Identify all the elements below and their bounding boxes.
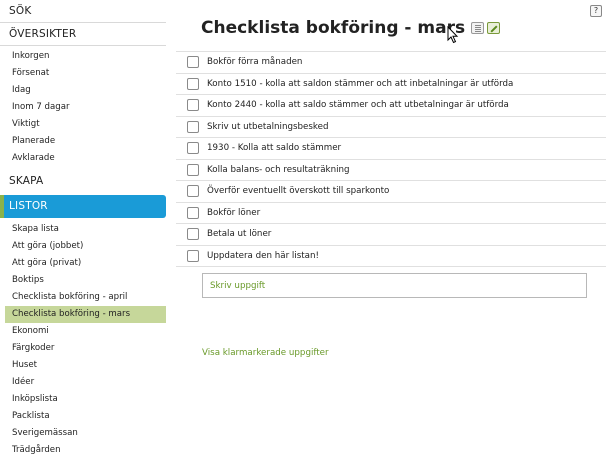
sidebar-item-garden[interactable]: Trädgården [0, 442, 166, 459]
sidebar-item-inbox[interactable]: Inkorgen [0, 48, 166, 65]
task-row: Skriv ut utbetalningsbesked [176, 117, 606, 138]
sidebar-item-checklist-april[interactable]: Checklista bokföring - april [0, 289, 166, 306]
task-label[interactable]: Kolla balans- och resultaträkning [207, 165, 350, 175]
task-row: Överför eventuellt överskott till sparko… [176, 181, 606, 203]
sidebar-item-packing-list[interactable]: Packlista [0, 408, 166, 425]
task-label[interactable]: Skriv ut utbetalningsbesked [207, 122, 328, 132]
task-label[interactable]: 1930 - Kolla att saldo stämmer [207, 143, 341, 153]
sidebar-item-economy[interactable]: Ekonomi [0, 323, 166, 340]
sidebar-item-create-list[interactable]: Skapa lista [0, 221, 166, 238]
new-task-input[interactable] [202, 273, 587, 298]
overviews-list: Inkorgen Försenat Idag Inom 7 dagar Vikt… [0, 46, 166, 170]
task-checkbox[interactable] [187, 56, 199, 69]
task-label[interactable]: Betala ut löner [207, 229, 271, 239]
task-row: Bokför förra månaden [176, 52, 606, 74]
lists-heading[interactable]: LISTOR [0, 195, 166, 218]
task-checkbox[interactable] [187, 99, 199, 112]
sidebar-item-planned[interactable]: Planerade [0, 133, 166, 150]
sidebar-item-book-tips[interactable]: Boktips [0, 272, 166, 289]
task-checkbox[interactable] [187, 120, 199, 133]
task-label[interactable]: Bokför löner [207, 208, 260, 218]
task-label[interactable]: Konto 1510 - kolla att saldon stämmer oc… [207, 79, 513, 89]
sidebar-item-today[interactable]: Idag [0, 82, 166, 99]
sidebar-item-important[interactable]: Viktigt [0, 116, 166, 133]
sidebar-item-next-7-days[interactable]: Inom 7 dagar [0, 99, 166, 116]
task-checkbox[interactable] [187, 77, 199, 90]
lists-list: Skapa lista Att göra (jobbet) Att göra (… [0, 221, 166, 459]
edit-icon[interactable] [487, 22, 501, 34]
sidebar-item-todo-work[interactable]: Att göra (jobbet) [0, 238, 166, 255]
sidebar-item-house[interactable]: Huset [0, 357, 166, 374]
show-completed-link[interactable]: Visa klarmarkerade uppgifter [202, 348, 329, 358]
sidebar-item-todo-private[interactable]: Att göra (privat) [0, 255, 166, 272]
task-row: Konto 1510 - kolla att saldon stämmer oc… [176, 74, 606, 95]
task-checkbox[interactable] [187, 185, 199, 198]
task-label[interactable]: Konto 2440 - kolla att saldo stämmer och… [207, 100, 509, 110]
task-label[interactable]: Överför eventuellt överskott till sparko… [207, 186, 389, 196]
sidebar-item-completed[interactable]: Avklarade [0, 150, 166, 167]
task-label[interactable]: Bokför förra månaden [207, 57, 302, 67]
task-row: Bokför löner [176, 203, 606, 224]
sidebar-item-color-codes[interactable]: Färgkoder [0, 340, 166, 357]
sidebar-item-ideas[interactable]: Idéer [0, 374, 166, 391]
sidebar: SÖK ÖVERSIKTER Inkorgen Försenat Idag In… [0, 0, 166, 459]
task-row: Konto 2440 - kolla att saldo stämmer och… [176, 95, 606, 117]
task-checkbox[interactable] [187, 163, 199, 176]
help-icon[interactable]: ? [590, 5, 602, 17]
sidebar-item-checklist-march[interactable]: Checklista bokföring - mars [5, 306, 166, 323]
main-content: ? Checklista bokföring - mars Bokför för… [166, 0, 612, 459]
task-row: Uppdatera den här listan! [176, 246, 606, 267]
task-label[interactable]: Uppdatera den här listan! [207, 251, 319, 261]
page-title: Checklista bokföring - mars [201, 18, 466, 38]
task-checkbox[interactable] [187, 228, 199, 241]
task-checkbox[interactable] [187, 142, 199, 155]
task-checkbox[interactable] [187, 249, 199, 262]
task-list: Bokför förra månaden Konto 1510 - kolla … [176, 51, 606, 267]
overviews-heading[interactable]: ÖVERSIKTER [0, 23, 166, 46]
search-link[interactable]: SÖK [0, 0, 166, 23]
task-checkbox[interactable] [187, 206, 199, 219]
notes-icon[interactable] [471, 22, 485, 34]
mouse-cursor-icon [447, 26, 459, 44]
sidebar-item-shopping-list[interactable]: Inköpslista [0, 391, 166, 408]
task-row: Betala ut löner [176, 224, 606, 246]
create-heading[interactable]: SKAPA [0, 170, 166, 193]
sidebar-item-overdue[interactable]: Försenat [0, 65, 166, 82]
task-row: 1930 - Kolla att saldo stämmer [176, 138, 606, 160]
task-row: Kolla balans- och resultaträkning [176, 160, 606, 181]
sidebar-item-sverigemassan[interactable]: Sverigemässan [0, 425, 166, 442]
